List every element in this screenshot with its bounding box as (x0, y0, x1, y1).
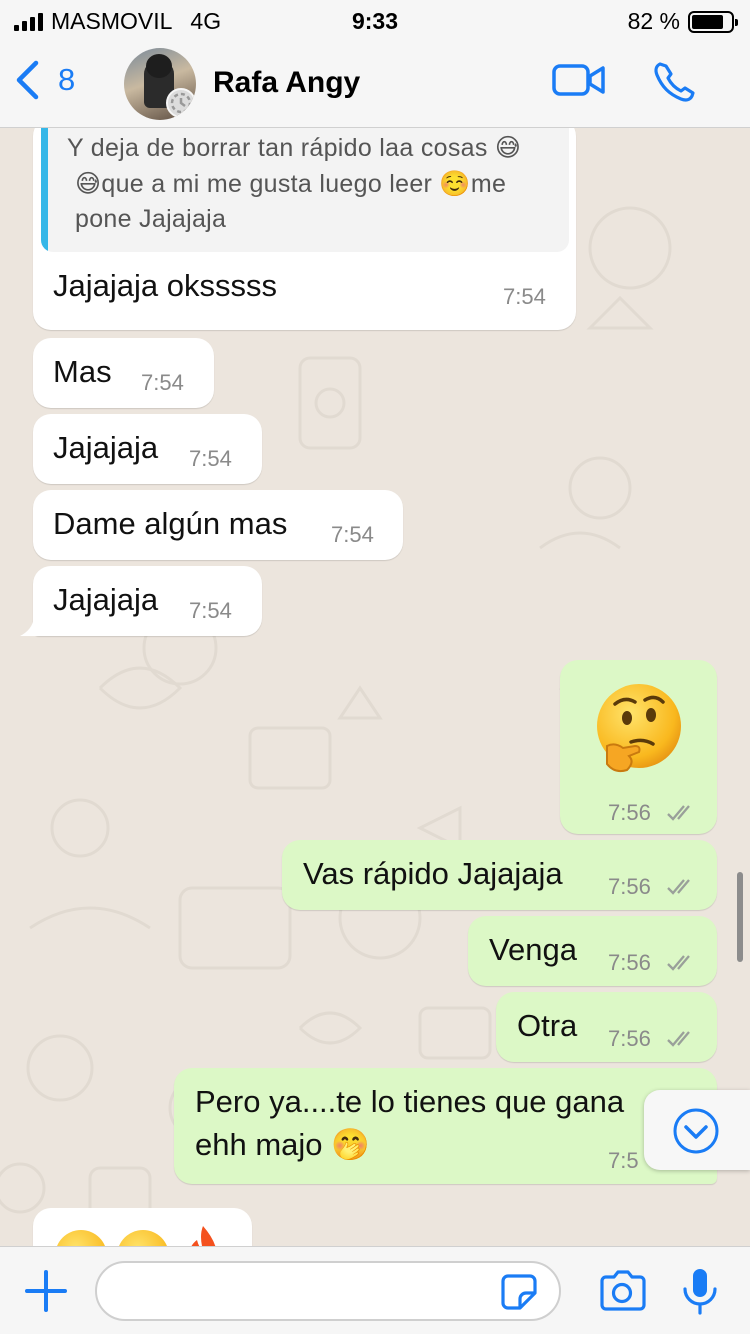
avatar[interactable] (124, 48, 196, 120)
battery-info: 82 % (627, 8, 738, 35)
read-ticks-icon (667, 805, 690, 821)
message-text: Jajajaja (53, 430, 159, 465)
message-bubble-incoming[interactable]: Dame algún mas 7:54 (33, 490, 403, 560)
message-text: Otra (517, 1008, 578, 1043)
message-bubble-incoming[interactable]: Y deja de borrar tan rápido laa cosas 😅 … (33, 128, 576, 330)
read-ticks-icon (667, 879, 690, 895)
quote-line: 😅que a mi me gusta luego leer ☺️me (75, 170, 507, 198)
message-bubble-outgoing[interactable]: Otra 7:56 (496, 992, 717, 1062)
unread-count: 8 (58, 62, 76, 97)
sticker-button[interactable] (500, 1273, 538, 1316)
message-bubble-outgoing[interactable]: Venga 7:56 (468, 916, 717, 986)
message-time: 7:5 (608, 1148, 639, 1173)
status-bar: MASMOVIL 4G 9:33 82 % (0, 0, 750, 42)
chat-header: 8 Rafa Angy (0, 42, 750, 128)
sticker-icon (501, 1274, 537, 1310)
quote-line: Y deja de borrar tan rápido laa cosas 😅 (67, 134, 522, 162)
message-time: 7:56 (608, 874, 651, 899)
message-time: 7:54 (503, 284, 546, 309)
camera-button[interactable] (598, 1269, 646, 1318)
camera-icon (600, 1270, 646, 1311)
message-time: 7:54 (141, 370, 184, 395)
message-time: 7:56 (608, 800, 651, 825)
message-bubble-incoming[interactable]: Jajajaja 7:54 (33, 566, 262, 636)
message-text: ehh majo 🤭 (195, 1127, 370, 1162)
quote-line: pone Jajajaja (75, 205, 227, 233)
scrollbar[interactable] (737, 872, 743, 962)
composer-bar (0, 1246, 750, 1334)
message-text: Jajajaja oksssss (53, 268, 277, 303)
message-bubble-outgoing[interactable]: Pero ya....te lo tienes que gana ehh maj… (174, 1068, 717, 1184)
message-bubble-incoming[interactable]: Mas 7:54 (33, 338, 214, 408)
message-text: Venga (489, 932, 577, 967)
message-time: 7:54 (189, 446, 232, 471)
contact-name[interactable]: Rafa Angy (213, 66, 360, 100)
back-button[interactable]: 8 (14, 60, 75, 100)
message-list[interactable]: Y deja de borrar tan rápido laa cosas 😅 … (0, 128, 750, 1246)
quoted-message[interactable]: Y deja de borrar tan rápido laa cosas 😅 … (41, 128, 569, 252)
message-time: 7:56 (608, 1026, 651, 1051)
video-call-button[interactable] (552, 60, 606, 105)
attach-button[interactable] (24, 1269, 68, 1318)
video-camera-icon (552, 64, 605, 96)
message-time: 7:54 (189, 598, 232, 623)
message-bubble-outgoing[interactable]: 7:56 (560, 660, 717, 834)
phone-icon (654, 62, 695, 102)
voice-note-button[interactable] (680, 1267, 720, 1320)
read-ticks-icon (667, 955, 690, 971)
chevron-left-icon (16, 60, 39, 100)
fire-emoji (191, 1226, 216, 1246)
message-time: 7:54 (331, 522, 374, 547)
thinking-emoji (593, 682, 685, 774)
chat-screen: MASMOVIL 4G 9:33 82 % 8 Rafa Angy Y deja… (0, 0, 750, 1334)
read-ticks-icon (667, 1031, 690, 1047)
emoji-face (55, 1230, 107, 1246)
message-text: Dame algún mas (53, 506, 288, 541)
message-time: 7:56 (608, 950, 651, 975)
scroll-to-bottom-button[interactable] (644, 1090, 750, 1170)
message-text: Jajajaja (53, 582, 159, 617)
message-bubble-incoming[interactable]: Jajajaja 7:54 (33, 414, 262, 484)
battery-percent: 82 % (627, 8, 680, 34)
voice-call-button[interactable] (652, 60, 696, 109)
bubble-tail (20, 618, 40, 636)
message-bubble-incoming[interactable] (33, 1208, 252, 1246)
message-text: Vas rápido Jajajaja (303, 856, 563, 891)
message-input[interactable] (95, 1261, 561, 1321)
message-bubble-outgoing[interactable]: Vas rápido Jajajaja 7:56 (282, 840, 717, 910)
chevron-down-circle-icon (673, 1108, 719, 1154)
message-text: Mas (53, 354, 112, 389)
status-ring-icon (166, 88, 196, 118)
microphone-icon (683, 1269, 717, 1315)
message-text: Pero ya....te lo tienes que gana (195, 1084, 625, 1119)
emoji-face (117, 1230, 169, 1246)
battery-icon (688, 10, 738, 33)
plus-icon (25, 1270, 67, 1312)
